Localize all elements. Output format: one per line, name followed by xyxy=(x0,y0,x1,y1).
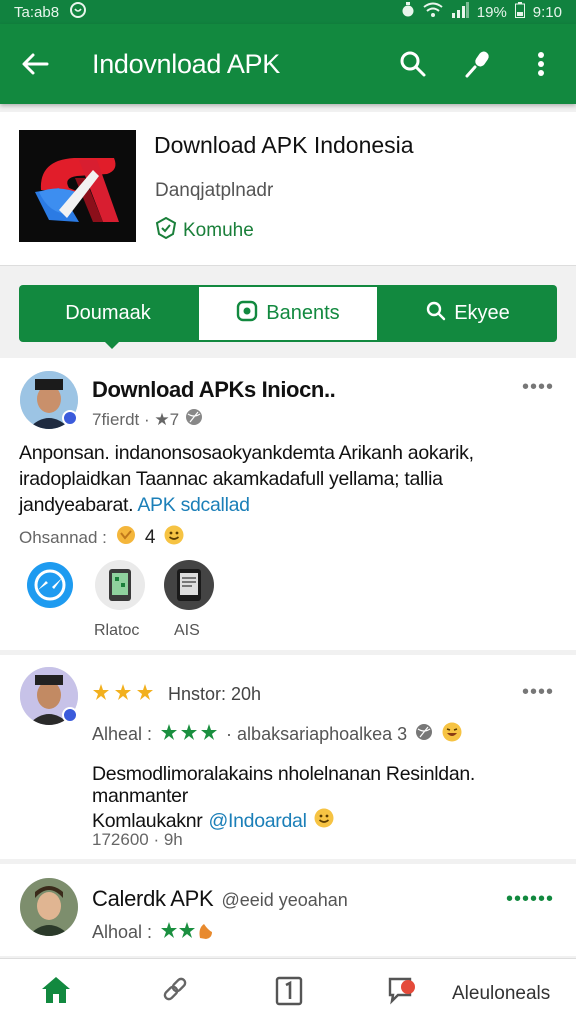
back-arrow-icon[interactable] xyxy=(18,47,52,81)
post-author[interactable]: Download APKs Iniocn.. xyxy=(92,377,336,403)
post-author[interactable]: Calerdk APK xyxy=(92,886,214,912)
phone-share-button[interactable] xyxy=(95,560,145,610)
post-body-line: manmanter xyxy=(92,785,188,807)
tab-ekyee[interactable]: Ekyee xyxy=(379,285,557,342)
search-icon xyxy=(426,301,446,327)
messages-icon[interactable] xyxy=(386,975,418,1005)
developer-name[interactable]: Danqjatplnadr xyxy=(155,180,273,202)
mention-link[interactable]: @Indoardal xyxy=(209,810,307,832)
post-body-text: jandyeabarat. xyxy=(19,494,134,516)
post-body-line: Anponsan. indanonsosaokyankdemta Arikanh… xyxy=(19,442,474,464)
wifi-icon xyxy=(423,2,443,22)
tab-label: Doumaak xyxy=(65,302,151,324)
post-body-line: Desmodlimoralakains nholelnanan Resinlda… xyxy=(92,763,476,785)
post-body-text: Komlaukaknr xyxy=(92,809,203,832)
status-bar: Ta:ab8 19% 9:10 xyxy=(0,0,576,24)
post-body: Desmodlimoralakains nholelnanan Resinlda… xyxy=(92,763,562,834)
post-body-line: iradoplaidkan Taannac akamkadafull yella… xyxy=(19,468,443,490)
post-meta: 7fierdt · ★7 xyxy=(92,408,203,431)
feed-post: Download APKs Iniocn.. 7fierdt · ★7 ••••… xyxy=(0,358,576,650)
status-time-right: 9:10 xyxy=(532,3,562,21)
rating-row: Hnstor: 20h xyxy=(92,683,261,706)
verified-dot-icon xyxy=(62,410,78,426)
home-icon[interactable] xyxy=(40,975,72,1005)
author-handle[interactable]: @eeid yeoahan xyxy=(221,890,347,911)
verified-shield-icon xyxy=(155,216,177,245)
search-icon[interactable] xyxy=(396,47,430,81)
post-meta-text: 7fierdt · ★7 xyxy=(92,409,180,429)
signal-icon xyxy=(451,2,469,22)
post-body-line: jandyeabarat. APK sdcallad xyxy=(19,492,559,518)
active-tab-pointer xyxy=(104,341,120,349)
reactions-label: Ohsannad : xyxy=(19,527,107,547)
battery-icon xyxy=(514,2,525,22)
more-options-icon[interactable]: •••• xyxy=(522,681,554,704)
notifications-icon[interactable] xyxy=(274,975,304,1007)
tablet-share-button[interactable] xyxy=(164,560,214,610)
smile-emoji-icon xyxy=(163,524,185,551)
green-stars-icon xyxy=(160,723,218,746)
post-body: Anponsan. indanonsosaokyankdemta Arikanh… xyxy=(19,440,559,518)
whatsapp-icon xyxy=(69,1,87,23)
app-logo[interactable] xyxy=(19,130,136,242)
more-options-icon[interactable]: •••••• xyxy=(506,888,554,911)
subline-text: · albaksariaphoalkea 3 xyxy=(226,724,408,744)
app-bar: Indovnload APK xyxy=(0,24,576,104)
verified-badge: Komuhe xyxy=(155,216,254,245)
alarm-icon xyxy=(401,2,415,22)
globe-icon xyxy=(185,408,203,431)
record-icon xyxy=(236,300,258,328)
messenger-share-button[interactable] xyxy=(25,560,75,610)
subline-label: Alhoal : xyxy=(92,922,153,942)
reactions-row[interactable]: Ohsannad : 4 xyxy=(19,524,185,551)
verified-label: Komuhe xyxy=(183,220,254,241)
more-options-icon[interactable]: •••• xyxy=(522,376,554,399)
app-bar-title: Indovnload APK xyxy=(92,48,280,79)
post-footer: 172600 · 9h xyxy=(92,830,183,849)
app-header-card: Download APK Indonesia Danqjatplnadr Kom… xyxy=(0,112,576,266)
reactions-count: 4 xyxy=(144,526,156,548)
link-icon[interactable] xyxy=(160,975,190,1005)
tab-label: Banents xyxy=(266,302,340,324)
overflow-menu-icon[interactable] xyxy=(524,47,558,81)
feed-post: Hnstor: 20h •••• Alheal : · albaksariaph… xyxy=(0,655,576,859)
tab-banents[interactable]: Banents xyxy=(197,285,379,342)
star-rating-icon xyxy=(92,683,158,706)
tab-doumaak[interactable]: Doumaak xyxy=(19,285,197,342)
feed-post: Calerdk APK @eeid yeoahan •••••• Alhoal … xyxy=(0,864,576,956)
rating-meta: Hnstor: 20h xyxy=(168,684,262,704)
bottom-navigation: Aleuloneals xyxy=(0,958,576,1024)
microphone-icon[interactable] xyxy=(460,47,494,81)
segment-tabs: Doumaak Banents Ekyee xyxy=(19,285,557,342)
laugh-emoji-icon xyxy=(441,721,463,748)
battery-level: 19% xyxy=(476,3,507,21)
status-time-left: Ta:ab8 xyxy=(14,3,60,21)
grin-emoji-icon xyxy=(313,807,335,834)
nav-label[interactable]: Aleuloneals xyxy=(452,983,550,1005)
post-subline: Alhoal : xyxy=(92,920,214,945)
app-name: Download APK Indonesia xyxy=(154,132,414,158)
post-link[interactable]: APK sdcallad xyxy=(137,494,250,516)
verified-dot-icon xyxy=(62,707,78,723)
post-subline: Alheal : · albaksariaphoalkea 3 xyxy=(92,721,463,748)
subline-label: Alheal : xyxy=(92,724,153,744)
clap-emoji-icon xyxy=(115,524,137,551)
globe-icon xyxy=(415,723,433,746)
tab-label: Ekyee xyxy=(454,302,510,324)
post-header: Calerdk APK @eeid yeoahan xyxy=(92,886,348,912)
avatar[interactable] xyxy=(20,878,78,936)
share-label: AIS xyxy=(174,622,200,639)
green-stars-icon xyxy=(160,920,214,945)
share-label: Rlatoc xyxy=(94,622,140,639)
